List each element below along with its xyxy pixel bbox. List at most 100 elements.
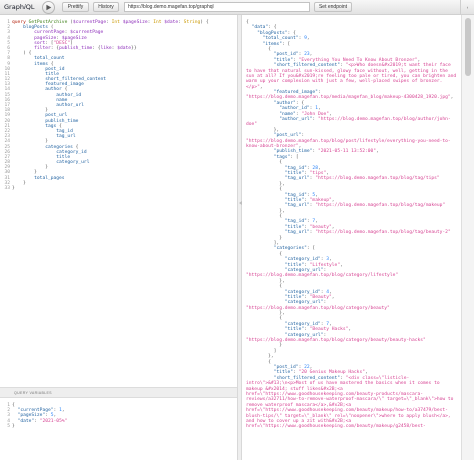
endpoint-url-input[interactable]: https://blog.demo.magefan.top/graphql [124,2,310,12]
code-token: { [246,187,282,193]
code-token: : [301,133,305,139]
line-number: 33 [4,186,10,191]
prettify-button[interactable]: Prettify [62,2,89,12]
code-token: Int [111,20,120,25]
result-line: warm up your complexion with just a few,… [242,79,461,84]
code-token: }, [246,278,285,284]
line-number: 5 [7,423,10,429]
code-token: "data" [251,25,269,31]
code-token: "category_id" [284,257,321,263]
code-token: "name" [279,111,296,117]
code-token: "https://blog.demo.magefan.top/media/mag… [246,95,451,101]
variables-code[interactable]: 1{2 "currentPage": 1, 3 "pageSize": 5, 4 "… [0,403,237,429]
code-token: "post_url" [273,133,302,139]
code-token: , [306,36,310,42]
docs-button[interactable]: ‹ [460,0,474,15]
code-token: String [183,20,201,25]
code-token: }, [246,354,274,360]
set-endpoint-button[interactable]: Set endpoint [314,2,352,12]
code-token: , [450,95,454,101]
code-token: : [323,332,327,338]
code-token: , [315,192,318,198]
code-token: "total_count" [262,36,299,42]
result-code: { "data": { "blogPosts": { "total_count"… [242,20,461,430]
code-token: "author_url" [279,117,313,123]
code-token: "John Doe" [301,111,330,117]
code-token: "title" [284,327,305,333]
variables-line: 5} [0,424,237,429]
code-token: "title" [273,370,294,376]
code-token: category_url [56,160,90,166]
code-token: "tag_url" [284,203,310,209]
code-token: "2021-05%" [39,418,68,424]
code-token: "category_id" [284,289,321,295]
app-title: GraphiQL [4,3,35,11]
code-token: "https://blog.demo.magefan.top/blog/tag/… [315,203,446,209]
code-token: "Lifestyle" [309,262,341,268]
code-token: "Everything You Need To Know About Bronz… [298,57,418,63]
code-token: blush-tips/\" target=\"_blank\" rel=\"no… [246,413,451,419]
code-token: { [246,284,282,290]
code-token: remove waterproof mascara</a>,&#x2B;<a [246,402,352,408]
code-token: like [100,45,112,51]
code-token: href=\"https://www.goodhousekeeping.com/… [246,408,448,414]
code-token: : [ [281,41,291,47]
code-token: , [331,294,335,300]
code-token: "https://blog.demo.magefan.top/blog/tag/… [315,230,451,236]
toolbar: GraphiQL Prettify History https://blog.d… [0,0,474,15]
code-token: "Beauty Hacks" [309,327,349,333]
variables-editor[interactable]: 1{2 "currentPage": 1, 3 "pageSize": 5, 4 "… [0,398,237,460]
code-token: "https://blog.demo.magefan.top/blog/cate… [246,273,399,279]
result-scrollbar[interactable] [461,15,474,460]
execute-button[interactable] [42,1,55,14]
code-token: "title" [273,57,294,63]
code-token: : [323,300,327,306]
code-token: "20 Genius Makeup Hacks" [298,370,365,376]
query-code[interactable]: 1 query GetPostArchive ($currentPage: Int… [0,20,237,191]
code-token: $date [164,20,179,25]
query-variables-header[interactable]: QUERY VARIABLES [0,387,237,398]
code-token: , [417,57,421,63]
query-editor[interactable]: 1 query GetPostArchive ($currentPage: Int… [0,15,237,387]
code-token: "https://blog.demo.magefan.top/blog/post… [246,138,451,144]
code-token: "categories" [273,246,307,252]
code-token: $date [117,45,132,51]
code-token: "tag_url" [284,176,310,182]
code-token: "title" [284,262,305,268]
result-line: href=\"https://www.goodhousekeeping.com/… [242,424,461,429]
chevron-left-icon: ‹ [466,5,469,10]
history-button[interactable]: History [93,2,119,12]
code-token: } [12,423,15,429]
code-token: $pageSize [122,20,148,25]
code-token: </p>" [246,84,260,90]
code-token: } [246,235,282,241]
code-token: "<p>Who doesn&#x2019;t want their face [345,63,451,69]
code-token: : { [92,45,101,51]
code-token: , [364,370,368,376]
scrollbar-thumb[interactable] [465,18,471,76]
code-token: : [ [306,246,316,252]
code-token: , [315,219,318,225]
code-token: , [317,165,321,171]
code-token: }, [246,208,285,214]
code-token: } [12,186,15,191]
code-token: , [317,106,321,112]
code-token: , [329,257,332,263]
code-token: ) { [200,20,209,25]
